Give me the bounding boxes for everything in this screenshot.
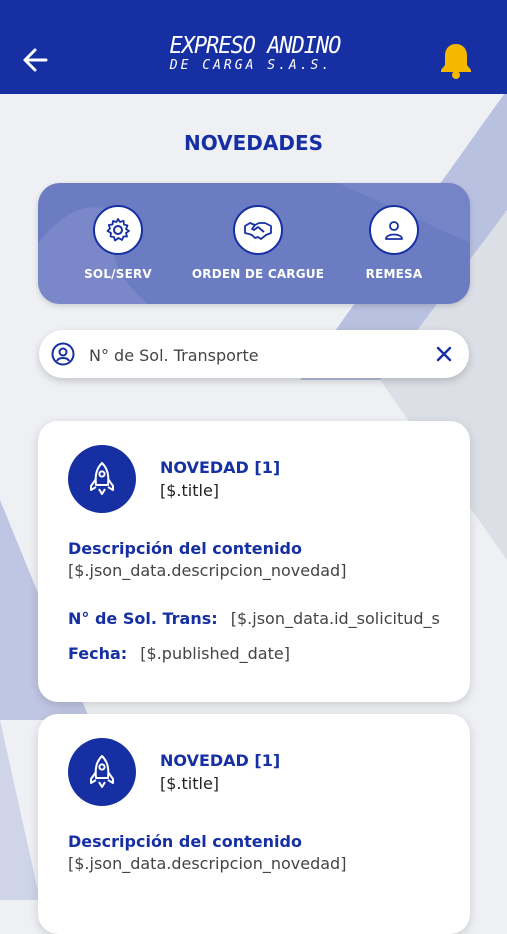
search-input[interactable] bbox=[87, 340, 411, 370]
app-bar: EXPRESO ANDINO DE CARGA S.A.S. bbox=[0, 0, 507, 94]
menu-item-sol-serv[interactable]: SOL/SERV bbox=[48, 205, 188, 289]
card-avatar bbox=[68, 738, 136, 806]
search-bar bbox=[39, 330, 469, 378]
news-card[interactable]: NOVEDAD [1] [$.title] Descripción del co… bbox=[38, 714, 470, 934]
menu-circle bbox=[93, 205, 143, 255]
logo-line-1: EXPRESO ANDINO bbox=[169, 33, 342, 59]
fecha-value: [$.published_date] bbox=[140, 644, 290, 663]
card-avatar bbox=[68, 445, 136, 513]
menu-item-label: REMESA bbox=[365, 267, 423, 281]
rocket-icon bbox=[90, 755, 114, 788]
fecha-row: Fecha: [$.published_date] bbox=[68, 644, 290, 663]
menu-item-label: ORDEN DE CARGUE bbox=[191, 267, 325, 281]
rocket-icon bbox=[90, 462, 114, 495]
card-title: NOVEDAD [1] bbox=[160, 458, 281, 477]
menu-item-remesa[interactable]: REMESA bbox=[324, 205, 464, 289]
close-icon[interactable] bbox=[432, 342, 456, 366]
description-label: Descripción del contenido bbox=[68, 832, 302, 851]
bell-icon bbox=[441, 44, 471, 79]
quick-menu: SOL/SERV ORDEN DE CARGUE REMESA bbox=[38, 183, 470, 304]
news-card[interactable]: NOVEDAD [1] [$.title] Descripción del co… bbox=[38, 421, 470, 702]
company-logo: EXPRESO ANDINO DE CARGA S.A.S. bbox=[150, 34, 360, 86]
card-title: NOVEDAD [1] bbox=[160, 751, 281, 770]
menu-item-label: SOL/SERV bbox=[84, 267, 152, 281]
card-subtitle: [$.title] bbox=[160, 481, 220, 500]
solicitud-value: [$.json_data.id_solicitud_s bbox=[230, 609, 440, 628]
menu-circle bbox=[233, 205, 283, 255]
page-title: NOVEDADES bbox=[183, 131, 324, 155]
solicitud-row: N° de Sol. Trans: [$.json_data.id_solici… bbox=[68, 609, 468, 628]
description-value: [$.json_data.descripcion_novedad] bbox=[68, 561, 347, 580]
fecha-label: Fecha: bbox=[68, 644, 128, 663]
back-button[interactable] bbox=[18, 42, 54, 78]
notifications-button[interactable] bbox=[436, 40, 476, 80]
handshake-icon bbox=[244, 222, 272, 240]
logo-line-2: DE CARGA S.A.S. bbox=[169, 58, 333, 73]
solicitud-label: N° de Sol. Trans: bbox=[68, 609, 218, 628]
menu-item-orden-de-cargue[interactable]: ORDEN DE CARGUE bbox=[188, 205, 328, 289]
user-circle-icon bbox=[51, 342, 75, 366]
user-icon bbox=[385, 221, 403, 240]
card-subtitle: [$.title] bbox=[160, 774, 220, 793]
menu-circle bbox=[369, 205, 419, 255]
description-value: [$.json_data.descripcion_novedad] bbox=[68, 854, 347, 873]
description-label: Descripción del contenido bbox=[68, 539, 302, 558]
arrow-left-icon bbox=[23, 48, 48, 72]
gear-icon bbox=[106, 218, 130, 242]
